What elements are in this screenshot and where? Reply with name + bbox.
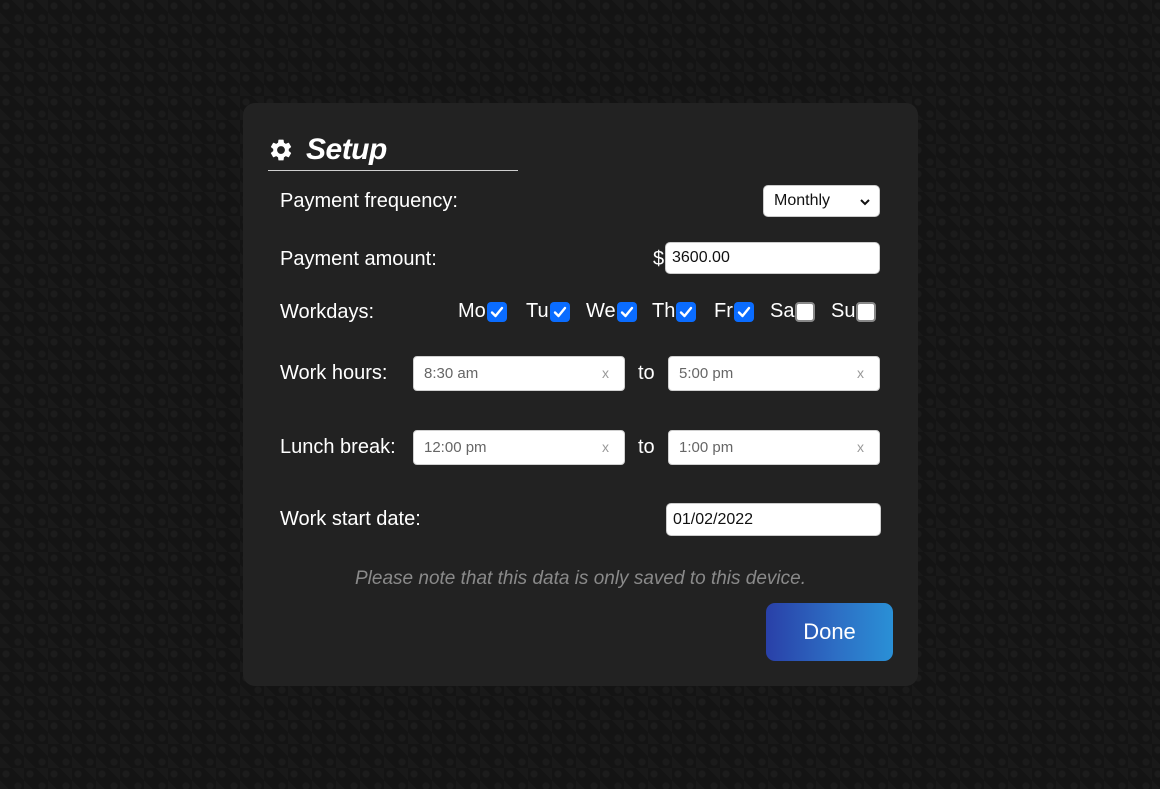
clear-icon[interactable]: x [857,439,864,455]
lunch-break-end-input[interactable]: 1:00 pm x [668,430,880,465]
workday-checkbox-wednesday[interactable] [616,301,637,322]
work-hours-start-value: 8:30 am [424,365,479,382]
work-hours-to-label: to [638,362,655,384]
lunch-break-to-label: to [638,436,655,458]
workday-label: Th [652,300,676,322]
workday-thursday: Th [652,300,697,323]
work-hours-start-input[interactable]: 8:30 am x [413,356,625,391]
lunch-break-start-input[interactable]: 12:00 pm x [413,430,625,465]
workday-monday: Mo [458,300,507,323]
done-button[interactable]: Done [766,603,893,661]
workday-label: We [586,300,616,322]
workday-saturday: Sa [770,300,816,323]
work-hours-end-value: 5:00 pm [679,365,734,382]
workday-checkbox-saturday[interactable] [795,301,816,322]
workday-sunday: Su [831,300,877,323]
device-storage-note: Please note that this data is only saved… [355,568,806,589]
lunch-break-label: Lunch break: [280,436,396,458]
setup-dialog: Setup Payment frequency: Monthly Payment… [243,103,918,686]
workday-wednesday: We [586,300,637,323]
workday-label: Fr [714,300,733,322]
workday-label: Mo [458,300,486,322]
workday-label: Tu [526,300,549,322]
workday-checkbox-thursday[interactable] [676,301,697,322]
payment-frequency-select[interactable]: Monthly [763,185,880,217]
payment-frequency-label: Payment frequency: [280,190,458,212]
workday-checkbox-friday[interactable] [733,301,754,322]
clear-icon[interactable]: x [857,365,864,381]
clear-icon[interactable]: x [602,439,609,455]
workday-checkbox-sunday[interactable] [856,301,877,322]
payment-frequency-value: Monthly [774,192,831,209]
payment-amount-input[interactable]: 3600.00 [665,242,880,274]
gear-icon [268,137,294,163]
work-hours-end-input[interactable]: 5:00 pm x [668,356,880,391]
workday-checkbox-monday[interactable] [486,301,507,322]
workday-label: Sa [770,300,795,322]
chevron-down-icon [859,195,871,207]
workday-tuesday: Tu [526,300,570,323]
work-start-date-label: Work start date: [280,508,421,530]
workday-friday: Fr [714,300,754,323]
work-start-date-input[interactable]: 01/02/2022 [666,503,881,536]
dialog-title: Setup [306,133,387,166]
dialog-header: Setup [268,130,518,171]
work-hours-label: Work hours: [280,362,388,384]
workday-checkbox-tuesday[interactable] [549,301,570,322]
lunch-break-end-value: 1:00 pm [679,439,734,456]
clear-icon[interactable]: x [602,365,609,381]
lunch-break-start-value: 12:00 pm [424,439,487,456]
currency-symbol: $ [653,248,665,270]
workdays-label: Workdays: [280,301,375,323]
workday-label: Su [831,300,856,322]
payment-amount-label: Payment amount: [280,248,437,270]
